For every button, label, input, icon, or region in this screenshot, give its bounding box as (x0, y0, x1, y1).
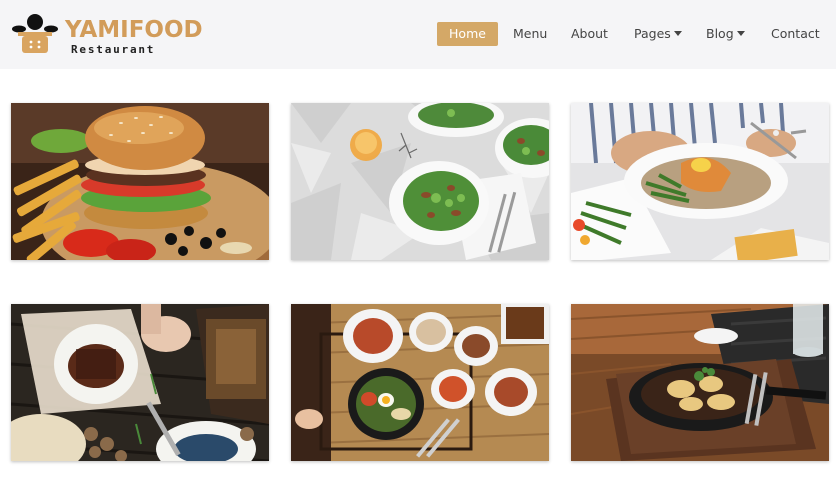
caret-down-icon (736, 31, 745, 36)
gallery-image-skillet[interactable] (571, 304, 829, 461)
gallery-image-salads[interactable] (291, 103, 549, 260)
caret-down-icon (673, 31, 682, 36)
nav-home[interactable]: Home (437, 22, 498, 46)
navbar: YAMIFOOD Restaurant Home Menu About Page… (0, 0, 836, 69)
gallery-image-burger[interactable] (11, 103, 269, 260)
brand-tagline: Restaurant (71, 43, 156, 56)
gallery (0, 69, 836, 484)
nav-pages[interactable]: Pages (634, 22, 682, 46)
brand-name: YAMIFOOD (65, 17, 203, 43)
nav-pages-label: Pages (634, 26, 671, 41)
nav-contact[interactable]: Contact (771, 22, 820, 46)
nav-blog[interactable]: Blog (706, 22, 745, 46)
nav-blog-label: Blog (706, 26, 734, 41)
gallery-image-salmon[interactable] (571, 103, 829, 260)
gallery-image-bibimbap[interactable] (291, 304, 549, 461)
logo[interactable]: YAMIFOOD Restaurant (10, 12, 203, 58)
gallery-image-dark-table[interactable] (11, 304, 269, 461)
nav-about[interactable]: About (571, 22, 608, 46)
nav-menu[interactable]: Menu (513, 22, 547, 46)
chef-logo-icon (12, 14, 58, 53)
